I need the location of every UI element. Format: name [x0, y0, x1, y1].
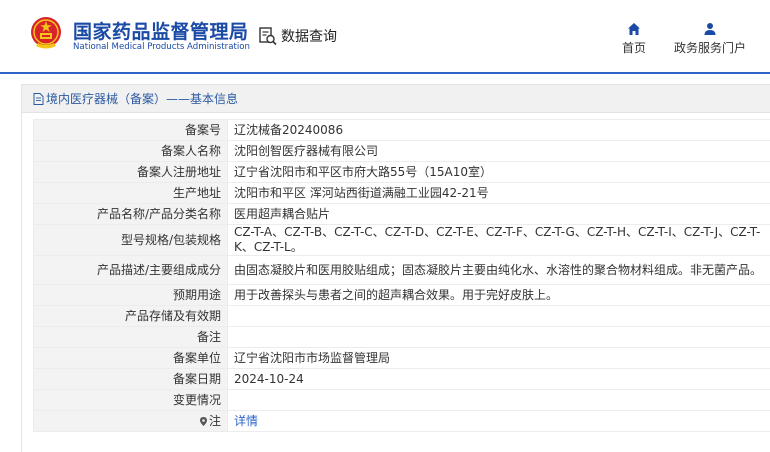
row-value: 医用超声耦合贴片 — [228, 204, 770, 225]
row-value: 辽沈械备20240086 — [228, 120, 770, 141]
table-row: 备案单位辽宁省沈阳市市场监督管理局 — [34, 348, 770, 369]
nav-gov-label: 政务服务门户 — [674, 41, 746, 55]
header-divider — [0, 72, 770, 74]
row-label: 备注 — [34, 327, 228, 348]
row-label: 产品描述/主要组成成分 — [34, 256, 228, 285]
row-label: 产品存储及有效期 — [34, 306, 228, 327]
site-header: 国家药品监督管理局 National Medical Products Admi… — [0, 0, 770, 72]
row-value: 辽宁省沈阳市市场监督管理局 — [228, 348, 770, 369]
row-value — [228, 390, 770, 411]
table-row: 备案日期2024-10-24 — [34, 369, 770, 390]
row-value: CZ-T-A、CZ-T-B、CZ-T-C、CZ-T-D、CZ-T-E、CZ-T-… — [228, 225, 770, 256]
table-row: 产品名称/产品分类名称医用超声耦合贴片 — [34, 204, 770, 225]
table-row: 备案号辽沈械备20240086 — [34, 120, 770, 141]
note-label: 注 — [209, 414, 221, 428]
note-row: 注详情 — [34, 411, 770, 432]
table-row: 备注 — [34, 327, 770, 348]
row-label: 备案人注册地址 — [34, 162, 228, 183]
note-value-cell: 详情 — [228, 411, 770, 432]
row-value — [228, 327, 770, 348]
table-row: 型号规格/包装规格CZ-T-A、CZ-T-B、CZ-T-C、CZ-T-D、CZ-… — [34, 225, 770, 256]
breadcrumb: 境内医疗器械（备案）——基本信息 — [22, 85, 770, 113]
table-row: 预期用途用于改善探头与患者之间的超声耦合效果。用于完好皮肤上。 — [34, 285, 770, 306]
document-icon — [33, 93, 44, 105]
table-row: 备案人注册地址辽宁省沈阳市和平区市府大路55号（15A10室） — [34, 162, 770, 183]
data-query-label: 数据查询 — [281, 26, 337, 46]
user-icon — [703, 22, 717, 36]
row-label: 备案单位 — [34, 348, 228, 369]
table-row: 生产地址沈阳市和平区 浑河站西街道满融工业园42-21号 — [34, 183, 770, 204]
nav-gov-portal[interactable]: 政务服务门户 — [672, 22, 748, 56]
data-query-link[interactable]: 数据查询 — [258, 26, 337, 46]
table-row: 产品描述/主要组成成分由固态凝胶片和医用胶贴组成；固态凝胶片主要由纯化水、水溶性… — [34, 256, 770, 285]
info-table: 备案号辽沈械备20240086备案人名称沈阳创智医疗器械有限公司备案人注册地址辽… — [33, 119, 770, 432]
table-row: 变更情况 — [34, 390, 770, 411]
row-label: 生产地址 — [34, 183, 228, 204]
pin-icon — [200, 417, 207, 426]
row-value: 沈阳创智医疗器械有限公司 — [228, 141, 770, 162]
row-label: 预期用途 — [34, 285, 228, 306]
site-subtitle: National Medical Products Administration — [73, 42, 250, 52]
row-value: 由固态凝胶片和医用胶贴组成；固态凝胶片主要由纯化水、水溶性的聚合物材料组成。非无… — [228, 256, 770, 285]
row-value: 沈阳市和平区 浑河站西街道满融工业园42-21号 — [228, 183, 770, 204]
site-title: 国家药品监督管理局 — [73, 17, 249, 44]
row-label: 备案号 — [34, 120, 228, 141]
home-icon — [627, 22, 641, 36]
breadcrumb-text: 境内医疗器械（备案）——基本信息 — [46, 90, 238, 107]
row-value: 用于改善探头与患者之间的超声耦合效果。用于完好皮肤上。 — [228, 285, 770, 306]
row-label: 产品名称/产品分类名称 — [34, 204, 228, 225]
note-label-cell: 注 — [34, 411, 228, 432]
row-label: 型号规格/包装规格 — [34, 225, 228, 256]
row-value — [228, 306, 770, 327]
table-row: 产品存储及有效期 — [34, 306, 770, 327]
row-value: 2024-10-24 — [228, 369, 770, 390]
details-link[interactable]: 详情 — [234, 414, 258, 428]
nav-home[interactable]: 首页 — [620, 22, 648, 56]
nav-home-label: 首页 — [622, 41, 646, 55]
table-row: 备案人名称沈阳创智医疗器械有限公司 — [34, 141, 770, 162]
search-doc-icon — [258, 26, 278, 46]
row-label: 变更情况 — [34, 390, 228, 411]
row-label: 备案日期 — [34, 369, 228, 390]
national-emblem-icon — [30, 16, 62, 50]
row-value: 辽宁省沈阳市和平区市府大路55号（15A10室） — [228, 162, 770, 183]
info-panel: 境内医疗器械（备案）——基本信息 备案号辽沈械备20240086备案人名称沈阳创… — [21, 84, 770, 452]
row-label: 备案人名称 — [34, 141, 228, 162]
